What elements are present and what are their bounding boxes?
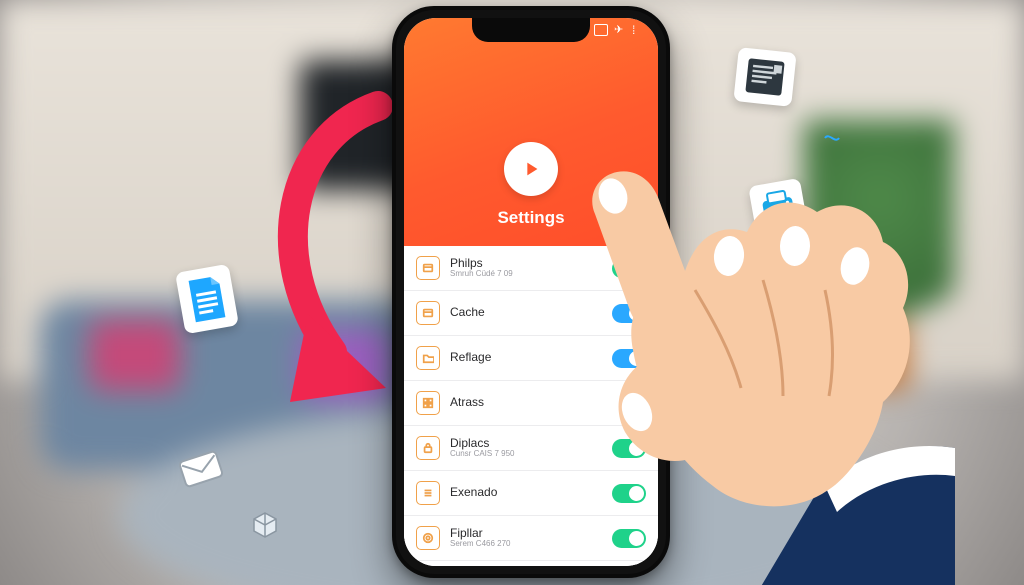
settings-row-labels: FipllarSerem C466 270 xyxy=(450,527,612,549)
settings-row-toggle[interactable] xyxy=(612,529,646,548)
settings-row-subtitle: Serem C466 270 xyxy=(450,540,612,549)
settings-row-4[interactable]: DiplacsCunsr CAIS 7 950 xyxy=(404,426,658,471)
card-icon xyxy=(416,301,440,325)
settings-row-labels: Reflage xyxy=(450,351,612,364)
settings-row-labels: PhilpsSmruh Cüdé 7 09 xyxy=(450,257,612,279)
settings-row-title: Cache xyxy=(450,306,612,319)
phone-notch xyxy=(472,18,590,42)
folder-icon xyxy=(416,346,440,370)
target-icon xyxy=(416,526,440,550)
phone-screen: ✈ ⁞ Settings PhilpsSmruh Cüdé 7 09 Cache R… xyxy=(404,18,658,566)
more-icon: ⁞ xyxy=(632,25,644,35)
settings-row-6[interactable]: FipllarSerem C466 270 xyxy=(404,516,658,561)
settings-row-2[interactable]: Reflage xyxy=(404,336,658,381)
battery-icon xyxy=(594,24,608,36)
settings-row-7[interactable]: RefressWaet Chès 150 xyxy=(404,561,658,566)
settings-row-title: Exenado xyxy=(450,486,612,499)
document-blue-icon xyxy=(175,264,239,334)
list-icon xyxy=(416,481,440,505)
settings-header: ✈ ⁞ Settings xyxy=(404,18,658,246)
settings-row-title: Atrass xyxy=(450,396,646,409)
scene: ✈ ⁞ Settings PhilpsSmruh Cüdé 7 09 Cache R… xyxy=(0,0,1024,585)
criss-icon xyxy=(822,128,842,148)
settings-row-1[interactable]: Cache xyxy=(404,291,658,336)
settings-row-labels: DiplacsCunsr CAIS 7 950 xyxy=(450,437,612,459)
settings-row-labels: Atrass xyxy=(450,396,646,409)
settings-row-3[interactable]: Atrass xyxy=(404,381,658,426)
page-title: Settings xyxy=(497,208,564,228)
settings-row-0[interactable]: PhilpsSmruh Cüdé 7 09 xyxy=(404,246,658,291)
settings-row-subtitle: Smruh Cüdé 7 09 xyxy=(450,270,612,279)
play-icon xyxy=(504,142,558,196)
settings-row-toggle[interactable] xyxy=(612,349,646,368)
cube-icon xyxy=(250,510,280,540)
settings-row-subtitle: Cunsr CAIS 7 950 xyxy=(450,450,612,459)
card-icon xyxy=(416,256,440,280)
document-dark-icon xyxy=(733,47,796,107)
settings-row-labels: Exenado xyxy=(450,486,612,499)
settings-row-title: Reflage xyxy=(450,351,612,364)
settings-row-toggle[interactable] xyxy=(612,304,646,323)
settings-row-toggle[interactable] xyxy=(612,484,646,503)
settings-list: PhilpsSmruh Cüdé 7 09 Cache Reflage Atrass D… xyxy=(404,246,658,566)
settings-row-toggle[interactable] xyxy=(612,439,646,458)
settings-row-labels: Cache xyxy=(450,306,612,319)
status-bar: ✈ ⁞ xyxy=(594,24,644,36)
grid-icon xyxy=(416,391,440,415)
plane-icon: ✈ xyxy=(614,24,626,36)
settings-row-5[interactable]: Exenado xyxy=(404,471,658,516)
lock-icon xyxy=(416,436,440,460)
phone-frame: ✈ ⁞ Settings PhilpsSmruh Cüdé 7 09 Cache R… xyxy=(392,6,670,578)
printer-icon xyxy=(748,178,808,234)
settings-row-toggle[interactable] xyxy=(612,259,646,278)
